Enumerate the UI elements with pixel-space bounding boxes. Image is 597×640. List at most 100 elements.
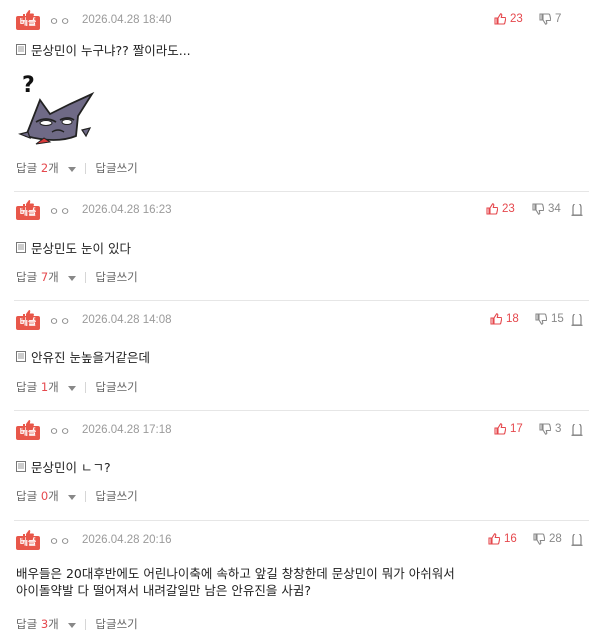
report-icon[interactable] — [571, 204, 583, 216]
dislike-button[interactable]: 15 — [535, 313, 564, 325]
dislike-button[interactable]: 34 — [532, 203, 561, 215]
best-badge: 베플 — [16, 200, 40, 220]
reply-toggle[interactable]: 답글 1개 — [16, 379, 77, 395]
comment-body: 문상민도 눈이 있다 — [16, 238, 131, 257]
comment-item: 베플 ㅇㅇ 2026.04.28 14:08 18 15 안유진 눈높을거같은데… — [0, 310, 597, 410]
comment-meta: 베플 ㅇㅇ 2026.04.28 16:23 23 34 — [16, 200, 591, 226]
comment-text: 문상민이 ㄴㄱ? — [31, 460, 111, 475]
thumbs-up-icon — [23, 200, 34, 210]
comment-date: 2026.04.28 20:16 — [82, 534, 172, 546]
author-nickname[interactable]: ㅇㅇ — [49, 313, 71, 329]
like-button[interactable]: 16 — [488, 533, 517, 545]
separator — [85, 162, 87, 174]
report-icon[interactable] — [571, 314, 583, 326]
document-icon — [16, 351, 26, 362]
comment-body: 배우들은 20대후반에도 어린나이축에 속하고 앞길 창창한데 문상민이 뭐가 … — [16, 565, 455, 599]
author-nickname[interactable]: ㅇㅇ — [49, 203, 71, 219]
comment-item: 베플 ㅇㅇ 2026.04.28 16:23 23 34 문상민도 눈이 있다 … — [0, 200, 597, 300]
thumbs-up-icon — [486, 203, 498, 215]
thumbs-up-icon — [488, 533, 500, 545]
dislike-button[interactable]: 3 — [539, 423, 561, 435]
comment-date: 2026.04.28 14:08 — [82, 314, 172, 326]
question-cat-sticker: ? — [18, 73, 95, 145]
thumbs-down-icon — [539, 423, 551, 435]
dislike-count: 34 — [548, 203, 561, 215]
comment-body: 안유진 눈높을거같은데 — [16, 347, 150, 366]
divider — [14, 191, 589, 192]
svg-text:?: ? — [22, 73, 35, 98]
reply-bar: 답글 3개 답글쓰기 — [16, 616, 138, 632]
like-button[interactable]: 18 — [490, 313, 519, 325]
document-icon — [16, 44, 26, 55]
reply-toggle[interactable]: 답글 0개 — [16, 488, 77, 504]
report-icon[interactable] — [571, 534, 583, 546]
like-button[interactable]: 17 — [494, 423, 523, 435]
dislike-count: 15 — [551, 313, 564, 325]
dislike-count: 3 — [555, 423, 562, 435]
comment-item: 베플 ㅇㅇ 2026.04.28 18:40 23 7 문상민이 누구냐?? 짤… — [0, 10, 597, 190]
best-badge: 베플 — [16, 310, 40, 330]
comment-date: 2026.04.28 17:18 — [82, 424, 172, 436]
like-button[interactable]: 23 — [486, 203, 515, 215]
write-reply-link[interactable]: 답글쓰기 — [95, 269, 137, 285]
comment-date: 2026.04.28 18:40 — [82, 14, 172, 26]
separator — [85, 271, 87, 283]
like-count: 18 — [506, 313, 519, 325]
report-icon[interactable] — [571, 424, 583, 436]
comment-text-line: 아이돌약발 다 떨어져서 내려갈일만 남은 안유진을 사귐? — [16, 583, 311, 598]
comment-meta: 베플 ㅇㅇ 2026.04.28 20:16 16 28 — [16, 530, 591, 556]
dislike-button[interactable]: 7 — [539, 13, 561, 25]
comment-text: 문상민도 눈이 있다 — [31, 241, 131, 256]
chevron-down-icon — [68, 495, 77, 500]
comment-meta: 베플 ㅇㅇ 2026.04.28 17:18 17 3 — [16, 420, 591, 446]
thumbs-up-icon — [23, 420, 34, 430]
like-button[interactable]: 23 — [494, 13, 523, 25]
thumbs-up-icon — [494, 423, 506, 435]
reply-bar: 답글 0개 답글쓰기 — [16, 488, 138, 504]
dislike-count: 28 — [549, 533, 562, 545]
dislike-button[interactable]: 28 — [533, 533, 562, 545]
separator — [85, 490, 87, 502]
write-reply-link[interactable]: 답글쓰기 — [95, 616, 137, 632]
thumbs-up-icon — [490, 313, 502, 325]
comment-meta: 베플 ㅇㅇ 2026.04.28 18:40 23 7 — [16, 10, 591, 36]
comment-item: 베플 ㅇㅇ 2026.04.28 17:18 17 3 문상민이 ㄴㄱ? 답글 … — [0, 420, 597, 520]
document-icon — [16, 242, 26, 253]
reply-toggle[interactable]: 답글 2개 — [16, 160, 77, 176]
chevron-down-icon — [68, 167, 77, 172]
separator — [85, 618, 87, 630]
thumbs-down-icon — [533, 533, 545, 545]
divider — [14, 300, 589, 301]
dislike-count: 7 — [555, 13, 562, 25]
author-nickname[interactable]: ㅇㅇ — [49, 533, 71, 549]
reply-toggle[interactable]: 답글 3개 — [16, 616, 77, 632]
write-reply-link[interactable]: 답글쓰기 — [95, 160, 137, 176]
author-nickname[interactable]: ㅇㅇ — [49, 13, 71, 29]
comment-date: 2026.04.28 16:23 — [82, 204, 172, 216]
best-badge: 베플 — [16, 530, 40, 550]
author-nickname[interactable]: ㅇㅇ — [49, 423, 71, 439]
reply-bar: 답글 1개 답글쓰기 — [16, 379, 138, 395]
comment-meta: 베플 ㅇㅇ 2026.04.28 14:08 18 15 — [16, 310, 591, 336]
comment-text: 안유진 눈높을거같은데 — [31, 350, 150, 365]
separator — [85, 381, 87, 393]
like-count: 23 — [502, 203, 515, 215]
chevron-down-icon — [68, 276, 77, 281]
write-reply-link[interactable]: 답글쓰기 — [95, 379, 137, 395]
reply-toggle[interactable]: 답글 7개 — [16, 269, 77, 285]
thumbs-down-icon — [539, 13, 551, 25]
reply-bar: 답글 2개 답글쓰기 — [16, 160, 138, 176]
like-count: 16 — [504, 533, 517, 545]
chevron-down-icon — [68, 623, 77, 628]
reply-bar: 답글 7개 답글쓰기 — [16, 269, 138, 285]
thumbs-down-icon — [535, 313, 547, 325]
chevron-down-icon — [68, 386, 77, 391]
comment-body: 문상민이 ㄴㄱ? — [16, 457, 111, 476]
thumbs-up-icon — [23, 10, 34, 20]
write-reply-link[interactable]: 답글쓰기 — [95, 488, 137, 504]
comment-body: 문상민이 누구냐?? 짤이라도... — [16, 40, 191, 59]
thumbs-down-icon — [532, 203, 544, 215]
best-badge: 베플 — [16, 420, 40, 440]
like-count: 23 — [510, 13, 523, 25]
thumbs-up-icon — [23, 310, 34, 320]
